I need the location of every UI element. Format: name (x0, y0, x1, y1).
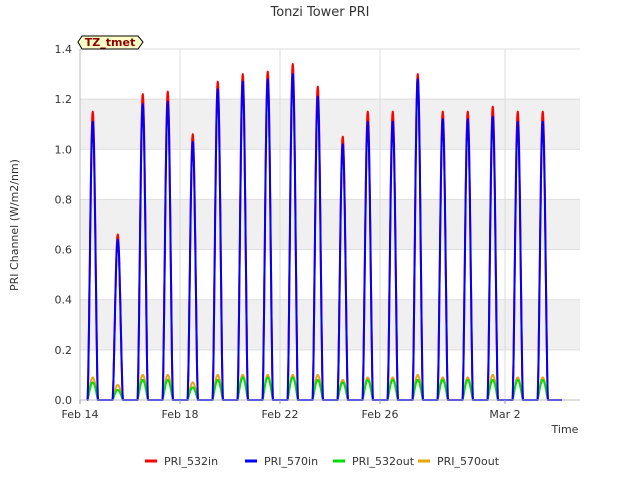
legend-label: PRI_532out (352, 455, 415, 468)
y-tick-label: 0.0 (55, 394, 73, 407)
y-axis-label: PRI Channel (W/m2/nm) (8, 159, 21, 291)
dataset-badge: TZ_tmet (77, 35, 144, 50)
badge-label: TZ_tmet (85, 36, 135, 49)
y-tick-label: 0.4 (55, 294, 73, 307)
series-line-PRI_532out (86, 376, 562, 401)
legend-label: PRI_532in (164, 455, 218, 468)
x-tick-label: Mar 2 (489, 408, 520, 421)
y-tick-label: 0.6 (55, 244, 73, 257)
x-tick-label: Feb 26 (362, 408, 399, 421)
chart-title: Tonzi Tower PRI (270, 5, 370, 20)
y-tick-label: 0.8 (55, 193, 73, 206)
x-axis-label: Time (551, 423, 579, 436)
x-tick-label: Feb 18 (162, 408, 199, 421)
y-tick-label: 0.2 (55, 344, 73, 357)
chart: 0.0 0.2 0.4 0.6 0.8 1.0 1.2 1.4 Feb 14 Feb 18 Feb … (8, 5, 580, 468)
legend-label: PRI_570out (437, 455, 500, 468)
y-tick-label: 1.2 (55, 93, 73, 106)
x-tick-label: Feb 22 (262, 408, 299, 421)
legend: PRI_532in PRI_570in PRI_532out PRI_570out (145, 455, 500, 468)
legend-label: PRI_570in (264, 455, 318, 468)
x-tick-label: Feb 14 (62, 408, 99, 421)
y-tick-label: 1.0 (55, 143, 73, 156)
y-tick-label: 1.4 (55, 43, 73, 56)
